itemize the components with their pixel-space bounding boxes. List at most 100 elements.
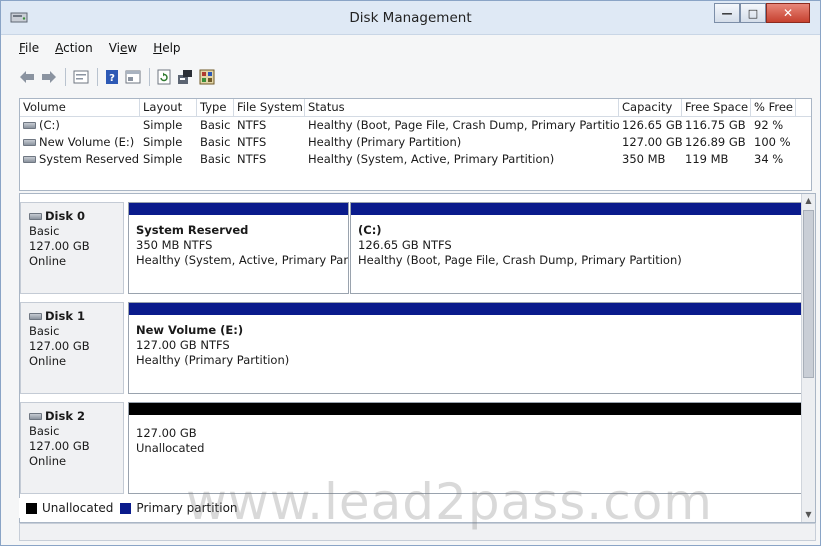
menu-help[interactable]: Help	[153, 41, 180, 63]
disk-type: Basic	[29, 324, 60, 338]
partition-status: Healthy (System, Active, Primary Partit	[136, 253, 348, 267]
scrollbar-thumb[interactable]	[803, 210, 814, 378]
export-button[interactable]	[177, 67, 193, 87]
refresh-button[interactable]	[157, 67, 171, 87]
volume-list: Volume Layout Type File System Status Ca…	[19, 98, 812, 191]
volume-status: Healthy (Boot, Page File, Crash Dump, Pr…	[308, 118, 619, 132]
volume-percent-free: 92 %	[754, 118, 784, 132]
disk-info[interactable]: Disk 0 Basic 127.00 GB Online	[20, 202, 124, 294]
disk-name-row: Disk 2	[29, 409, 123, 424]
volume-percent-free: 34 %	[754, 152, 784, 166]
volume-cell-name: New Volume (E:)	[20, 134, 140, 151]
disk-partitions: New Volume (E:) 127.00 GB NTFS Healthy (…	[128, 302, 802, 394]
toolbar-separator	[97, 68, 98, 86]
menu-view[interactable]: View	[109, 41, 138, 63]
volume-layout: Simple	[143, 118, 183, 132]
volume-layout: Simple	[143, 135, 183, 149]
disk-type: Basic	[29, 224, 60, 238]
disk-info[interactable]: Disk 2 Basic 127.00 GB Online	[20, 402, 124, 494]
partition-size: 127.00 GB NTFS	[136, 338, 230, 352]
column-header-free-space[interactable]: Free Space	[682, 99, 751, 116]
volume-list-header: Volume Layout Type File System Status Ca…	[20, 99, 811, 117]
title-bar[interactable]: Disk Management — □ ✕	[1, 1, 820, 35]
svg-text:?: ?	[109, 73, 115, 84]
partition-system-reserved[interactable]: System Reserved 350 MB NTFS Healthy (Sys…	[128, 202, 349, 294]
column-header-capacity[interactable]: Capacity	[619, 99, 682, 116]
disk-partitions: System Reserved 350 MB NTFS Healthy (Sys…	[128, 202, 802, 294]
help-icon: ?	[106, 70, 118, 84]
window-title: Disk Management	[349, 10, 472, 26]
menu-help-label: elp	[162, 41, 181, 55]
scroll-down-icon[interactable]: ▼	[802, 508, 815, 522]
menu-file[interactable]: File	[19, 41, 39, 63]
console-button[interactable]	[125, 67, 141, 87]
partition-status: Healthy (Primary Partition)	[136, 353, 290, 367]
forward-arrow-icon	[42, 71, 56, 83]
menu-action-label: ction	[63, 41, 93, 55]
volume-file-system: NTFS	[237, 152, 267, 166]
properties-button[interactable]	[73, 67, 89, 87]
volume-capacity: 350 MB	[622, 152, 666, 166]
menu-action[interactable]: Action	[55, 41, 93, 63]
help-button[interactable]: ?	[105, 67, 119, 87]
partition-status: Healthy (Boot, Page File, Crash Dump, Pr…	[358, 253, 682, 267]
column-header-volume[interactable]: Volume	[20, 99, 140, 116]
volume-status: Healthy (Primary Partition)	[308, 135, 462, 149]
maximize-icon: □	[747, 6, 759, 20]
settings-icon	[199, 69, 215, 85]
column-header-percent-free[interactable]: % Free	[751, 99, 796, 116]
volume-row[interactable]: New Volume (E:) Simple Basic NTFS Health…	[20, 134, 811, 151]
volume-status: Healthy (System, Active, Primary Partiti…	[308, 152, 555, 166]
volume-cell-name: (C:)	[20, 117, 140, 134]
disk-view-scrollbar[interactable]: ▲ ▼	[801, 194, 815, 522]
close-button[interactable]: ✕	[766, 3, 810, 23]
volume-name: (C:)	[39, 118, 60, 132]
volume-free-space: 119 MB	[685, 152, 729, 166]
disk-size: 127.00 GB	[29, 339, 90, 353]
partition-details: System Reserved 350 MB NTFS Healthy (Sys…	[136, 223, 348, 268]
toolbar-separator	[65, 68, 66, 86]
disk-name-row: Disk 1	[29, 309, 123, 324]
disk-info[interactable]: Disk 1 Basic 127.00 GB Online	[20, 302, 124, 394]
volume-name: System Reserved	[39, 152, 140, 166]
volume-row[interactable]: System Reserved Simple Basic NTFS Health…	[20, 151, 811, 168]
minimize-button[interactable]: —	[714, 3, 740, 23]
partition-details: New Volume (E:) 127.00 GB NTFS Healthy (…	[136, 323, 289, 368]
disk-icon	[29, 313, 42, 320]
primary-partition-legend-swatch	[120, 502, 132, 514]
primary-partition-bar	[351, 203, 801, 215]
disk-status: Online	[29, 254, 67, 268]
forward-button[interactable]	[41, 67, 57, 87]
refresh-icon	[157, 69, 171, 85]
menu-action-accesskey: A	[55, 41, 64, 55]
volume-capacity: 126.65 GB	[622, 118, 682, 132]
partition-c[interactable]: (C:) 126.65 GB NTFS Healthy (Boot, Page …	[350, 202, 802, 294]
settings-button[interactable]	[199, 67, 215, 87]
disk-status: Online	[29, 354, 67, 368]
column-header-status[interactable]: Status	[305, 99, 619, 116]
volume-layout: Simple	[143, 152, 183, 166]
volume-row[interactable]: (C:) Simple Basic NTFS Healthy (Boot, Pa…	[20, 117, 811, 134]
column-header-layout[interactable]: Layout	[140, 99, 197, 116]
watermark: www.lead2pass.com	[186, 473, 713, 531]
maximize-button[interactable]: □	[740, 3, 766, 23]
partition-details: (C:) 126.65 GB NTFS Healthy (Boot, Page …	[358, 223, 682, 268]
minimize-icon: —	[721, 6, 733, 20]
disk-status: Online	[29, 454, 67, 468]
disk-name-row: Disk 0	[29, 209, 123, 224]
back-button[interactable]	[19, 67, 35, 87]
partition-new-volume-e[interactable]: New Volume (E:) 127.00 GB NTFS Healthy (…	[128, 302, 802, 394]
column-header-file-system[interactable]: File System	[234, 99, 305, 116]
disk-size: 127.00 GB	[29, 439, 90, 453]
toolbar-separator	[149, 68, 150, 86]
primary-partition-bar	[129, 303, 801, 315]
volume-percent-free: 100 %	[754, 135, 791, 149]
partition-title: New Volume (E:)	[136, 323, 244, 337]
scroll-up-icon[interactable]: ▲	[802, 194, 815, 208]
volume-type: Basic	[200, 135, 231, 149]
volume-capacity: 127.00 GB	[622, 135, 682, 149]
disk-management-window: Disk Management — □ ✕ File Action View H…	[0, 0, 821, 546]
disk-name: Disk 0	[45, 209, 85, 223]
disk-name: Disk 1	[45, 309, 85, 323]
column-header-type[interactable]: Type	[197, 99, 234, 116]
